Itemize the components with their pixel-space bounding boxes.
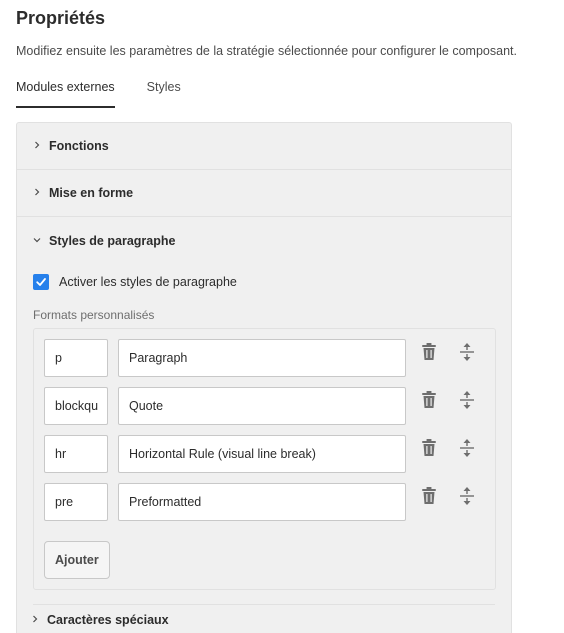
custom-formats-list: p Paragraph blockqu Quote hr Horizontal … bbox=[33, 328, 496, 590]
page-title: Propriétés bbox=[16, 8, 106, 28]
custom-formats-label: Formats personnalisés bbox=[33, 308, 155, 322]
chevron-down-icon bbox=[33, 235, 45, 247]
trash-icon[interactable] bbox=[418, 389, 440, 411]
accordion-caracteres-speciaux[interactable]: Caractères spéciaux bbox=[17, 605, 511, 633]
format-tag-input[interactable]: pre bbox=[44, 483, 108, 521]
accordion-body-styles: Activer les styles de paragraphe Formats… bbox=[17, 270, 511, 605]
accordion-label: Caractères spéciaux bbox=[47, 613, 169, 627]
chevron-right-icon bbox=[31, 614, 43, 626]
tab-styles[interactable]: Styles bbox=[147, 80, 181, 108]
move-handle-icon[interactable] bbox=[456, 389, 478, 411]
format-row: pre Preformatted bbox=[44, 483, 485, 521]
enable-paragraph-styles-checkbox[interactable] bbox=[33, 274, 49, 290]
move-handle-icon[interactable] bbox=[456, 485, 478, 507]
accordion-label: Styles de paragraphe bbox=[49, 233, 176, 248]
tab-bar: Modules externes Styles bbox=[16, 80, 213, 108]
move-handle-icon[interactable] bbox=[456, 341, 478, 363]
format-row: hr Horizontal Rule (visual line break) bbox=[44, 435, 485, 473]
format-tag-input[interactable]: hr bbox=[44, 435, 108, 473]
format-tag-input[interactable]: p bbox=[44, 339, 108, 377]
accordion-mise-en-forme[interactable]: Mise en forme bbox=[17, 170, 511, 217]
trash-icon[interactable] bbox=[418, 485, 440, 507]
page-description: Modifiez ensuite les paramètres de la st… bbox=[16, 44, 517, 58]
properties-panel: Fonctions Mise en forme Styles de paragr… bbox=[16, 122, 512, 633]
chevron-right-icon bbox=[33, 187, 45, 199]
enable-paragraph-styles-label: Activer les styles de paragraphe bbox=[59, 275, 237, 289]
accordion-fonctions[interactable]: Fonctions bbox=[17, 123, 511, 170]
move-handle-icon[interactable] bbox=[456, 437, 478, 459]
enable-paragraph-styles-row: Activer les styles de paragraphe bbox=[33, 270, 495, 294]
chevron-right-icon bbox=[33, 140, 45, 152]
accordion-label: Mise en forme bbox=[49, 186, 134, 200]
format-row: p Paragraph bbox=[44, 339, 485, 377]
format-tag-input[interactable]: blockqu bbox=[44, 387, 108, 425]
add-format-button[interactable]: Ajouter bbox=[44, 541, 110, 579]
format-description-input[interactable]: Paragraph bbox=[118, 339, 406, 377]
format-description-input[interactable]: Quote bbox=[118, 387, 406, 425]
trash-icon[interactable] bbox=[418, 437, 440, 459]
accordion-label: Fonctions bbox=[49, 139, 109, 153]
trash-icon[interactable] bbox=[418, 341, 440, 363]
format-description-input[interactable]: Preformatted bbox=[118, 483, 406, 521]
format-row: blockqu Quote bbox=[44, 387, 485, 425]
tab-modules-externes[interactable]: Modules externes bbox=[16, 80, 115, 108]
format-description-input[interactable]: Horizontal Rule (visual line break) bbox=[118, 435, 406, 473]
accordion-styles-de-paragraphe[interactable]: Styles de paragraphe bbox=[17, 217, 511, 264]
checkmark-icon bbox=[36, 278, 46, 286]
